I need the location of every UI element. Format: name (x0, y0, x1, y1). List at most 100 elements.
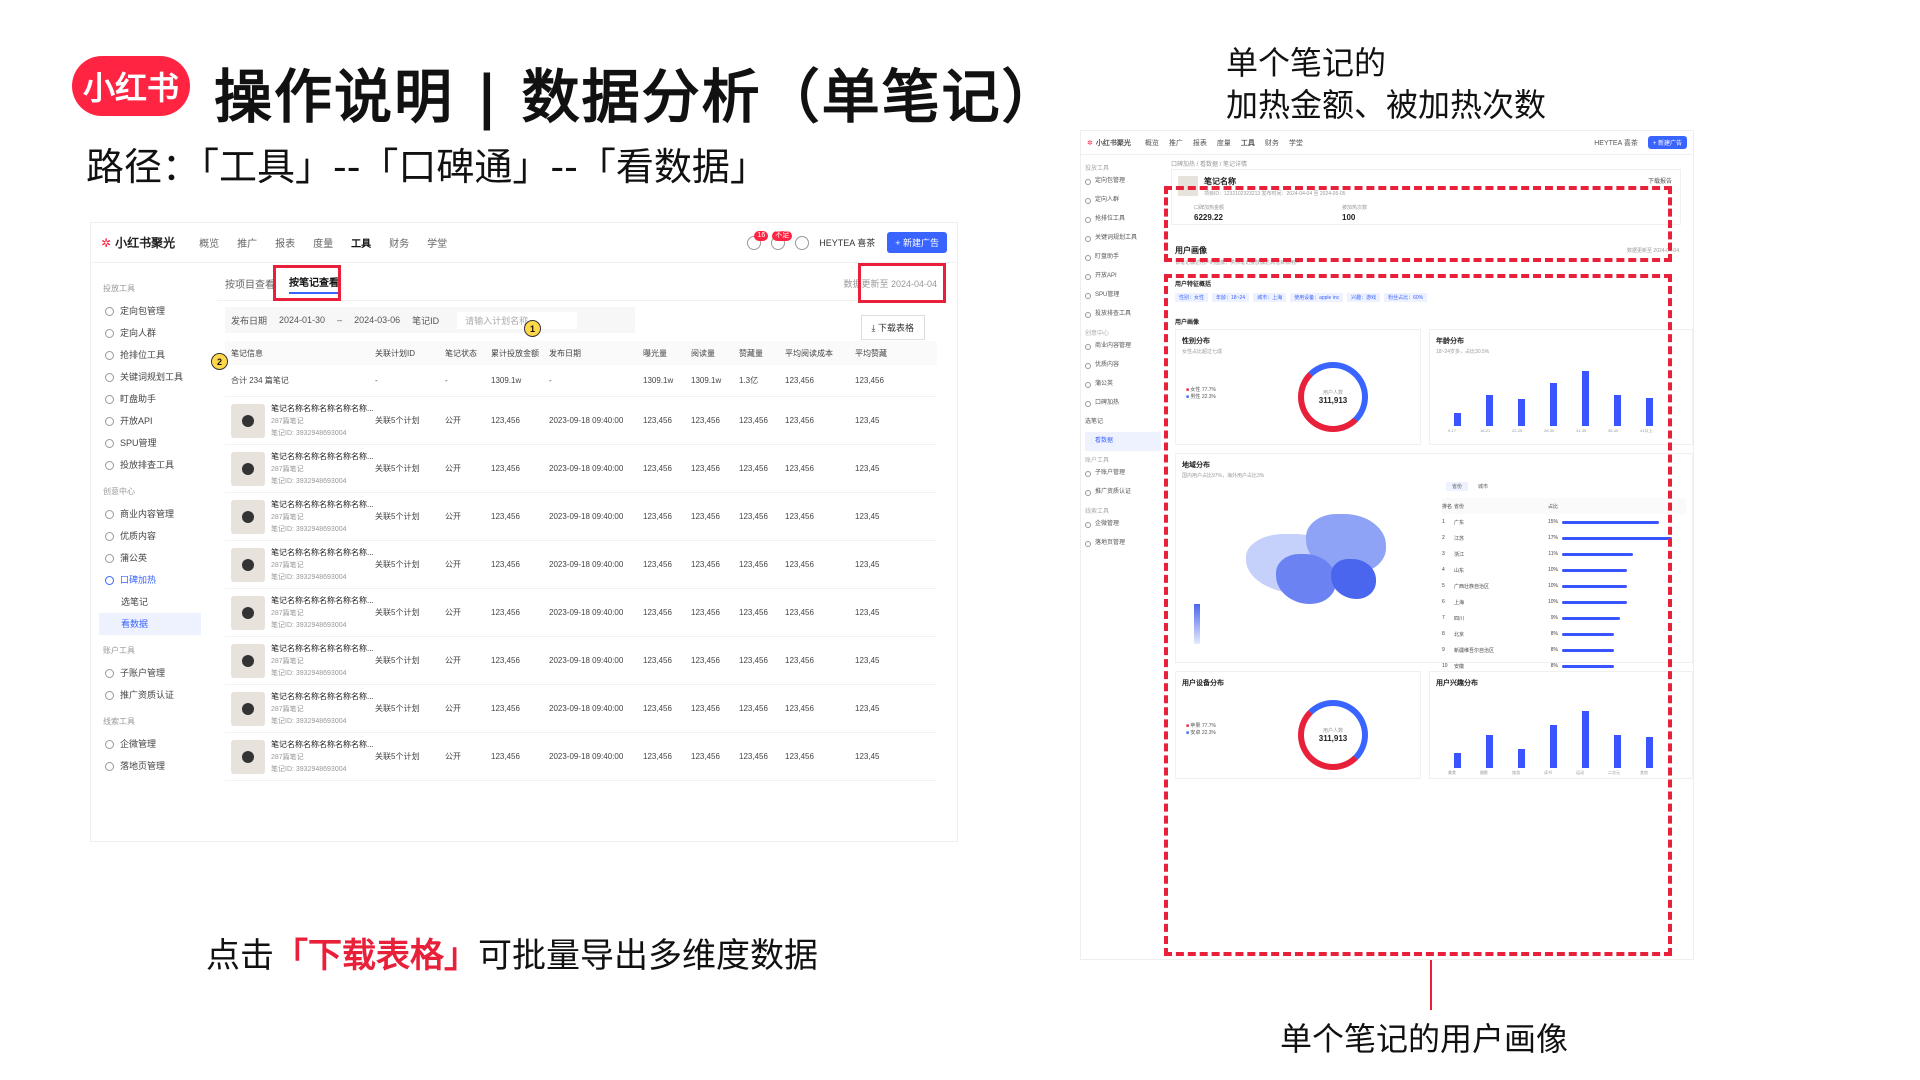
bell-icon[interactable]: 16 (747, 230, 769, 250)
sidebar-item[interactable]: 关键词规划工具 (99, 366, 201, 388)
sidebar-item[interactable]: 优质内容 (99, 525, 201, 547)
sidebar-item[interactable]: 企微管理 (99, 733, 201, 755)
plan-link[interactable]: 关联5个计划 (375, 511, 445, 522)
nav-academy[interactable]: 学堂 (427, 235, 447, 250)
sidebar-item[interactable]: 开放API (1085, 267, 1161, 286)
sidebar-item[interactable]: 商业内容管理 (99, 503, 201, 525)
nav-academy[interactable]: 学堂 (1289, 138, 1303, 148)
nav-promote[interactable]: 推广 (237, 235, 257, 250)
sidebar-item[interactable]: 抢排位工具 (99, 344, 201, 366)
sidebar-item[interactable]: 定向人群 (99, 322, 201, 344)
sidebar-item[interactable]: 开放API (99, 410, 201, 432)
note-title[interactable]: 笔记名称名称名称名称名称... (271, 691, 374, 702)
nav-measure[interactable]: 度量 (1217, 138, 1231, 148)
sidebar-item[interactable]: 抢排位工具 (1085, 210, 1161, 229)
date-to[interactable]: 2024-03-06 (354, 315, 400, 325)
sidebar-item-label: 投放排查工具 (1095, 311, 1132, 317)
sidebar-item[interactable]: 推广资质认证 (1085, 483, 1161, 502)
message-icon[interactable]: 不足 (771, 230, 793, 250)
nav-reports[interactable]: 报表 (1193, 138, 1207, 148)
sidebar-item[interactable]: 子账户管理 (1085, 464, 1161, 483)
download-table-button[interactable]: ⤓ 下载表格 (860, 315, 925, 340)
account-switcher[interactable]: HEYTEA 喜茶 (1594, 138, 1638, 148)
table-row[interactable]: 笔记名称名称名称名称名称... 287篇笔记 笔记ID: 3932948693004… (225, 733, 937, 781)
nav-overview[interactable]: 概览 (199, 235, 219, 250)
column-header[interactable]: 曝光量 (643, 348, 691, 359)
column-header[interactable]: 阅读量 (691, 348, 739, 359)
download-report-button[interactable]: 下载报告 (1648, 176, 1672, 185)
sidebar-item[interactable]: 投放排查工具 (1085, 305, 1161, 324)
note-title[interactable]: 笔记名称名称名称名称名称... (271, 547, 374, 558)
sidebar-item[interactable]: 子账户管理 (99, 662, 201, 684)
nav-promote[interactable]: 推广 (1169, 138, 1183, 148)
table-row[interactable]: 笔记名称名称名称名称名称... 287篇笔记 笔记ID: 3932948693004… (225, 685, 937, 733)
sidebar-item[interactable]: 盯盘助手 (1085, 248, 1161, 267)
note-title[interactable]: 笔记名称名称名称名称名称... (271, 595, 374, 606)
table-row[interactable]: 笔记名称名称名称名称名称... 287篇笔记 笔记ID: 3932948693004… (225, 541, 937, 589)
plan-link[interactable]: 关联5个计划 (375, 703, 445, 714)
like-cell: 123,456 (739, 416, 768, 425)
note-text: 笔记名称名称名称名称名称... 287篇笔记 笔记ID: 3932948693004 (271, 595, 374, 630)
note-title[interactable]: 笔记名称名称名称名称名称... (271, 499, 374, 510)
sidebar-item[interactable]: 推广资质认证 (99, 684, 201, 706)
nav-tools[interactable]: 工具 (351, 235, 371, 250)
table-row[interactable]: 笔记名称名称名称名称名称... 287篇笔记 笔记ID: 3932948693004… (225, 397, 937, 445)
sidebar-item[interactable]: 定向包管理 (1085, 172, 1161, 191)
note-title[interactable]: 笔记名称名称名称名称名称... (271, 451, 374, 462)
plan-link[interactable]: 关联5个计划 (375, 607, 445, 618)
sidebar-item[interactable]: 企微管理 (1085, 515, 1161, 534)
sidebar-item[interactable]: 盯盘助手 (99, 388, 201, 410)
new-ad-button[interactable]: + 新建广告 (1647, 136, 1687, 149)
menu-item-icon (105, 761, 114, 771)
tab-by-project[interactable]: 按项目查看 (225, 276, 275, 291)
sidebar-sub-select-notes[interactable]: 选笔记 (1085, 413, 1161, 432)
plan-link[interactable]: 关联5个计划 (375, 559, 445, 570)
nav-overview[interactable]: 概览 (1145, 138, 1159, 148)
date-from[interactable]: 2024-01-30 (279, 315, 325, 325)
plan-link[interactable]: 关联5个计划 (375, 751, 445, 762)
sidebar-item[interactable]: 商业内容管理 (1085, 337, 1161, 356)
sidebar-sub-view-data[interactable]: 看数据 (99, 613, 201, 635)
note-title[interactable]: 笔记名称名称名称名称名称... (271, 739, 374, 750)
sidebar-sub-select-notes[interactable]: 选笔记 (99, 591, 201, 613)
sidebar-item[interactable]: 口碑加热 (1085, 394, 1161, 413)
search-input[interactable]: 请输入计划名称 (457, 311, 578, 329)
sidebar-item[interactable]: 关键词规划工具 (1085, 229, 1161, 248)
account-switcher[interactable]: HEYTEA 喜茶 (819, 236, 875, 249)
plan-link[interactable]: 关联5个计划 (375, 655, 445, 666)
sidebar-item[interactable]: 蒲公英 (99, 547, 201, 569)
sidebar-item[interactable]: 口碑加热 (99, 569, 201, 591)
table-row[interactable]: 笔记名称名称名称名称名称... 287篇笔记 笔记ID: 3932948693004… (225, 589, 937, 637)
nav-finance[interactable]: 财务 (1265, 138, 1279, 148)
sidebar-sub-view-data[interactable]: 看数据 (1085, 432, 1161, 451)
column-header[interactable]: 赞藏量 (739, 348, 785, 359)
table-row[interactable]: 笔记名称名称名称名称名称... 287篇笔记 笔记ID: 3932948693004… (225, 637, 937, 685)
column-header[interactable]: 平均阅读成本 (785, 348, 855, 359)
sidebar-item[interactable]: SPU管理 (1085, 286, 1161, 305)
nav-reports[interactable]: 报表 (275, 235, 295, 250)
column-header[interactable]: 平均赞藏 (855, 348, 895, 359)
nav-tools[interactable]: 工具 (1241, 138, 1255, 148)
note-id-select[interactable]: 笔记ID (412, 314, 439, 327)
amount-cell: 123,456 (491, 656, 520, 665)
note-title[interactable]: 笔记名称名称名称名称名称... (271, 643, 374, 654)
new-ad-button[interactable]: + 新建广告 (887, 232, 947, 253)
sidebar-item[interactable]: 落地页管理 (1085, 534, 1161, 553)
help-icon[interactable] (795, 235, 810, 250)
sidebar-item[interactable]: 蒲公英 (1085, 375, 1161, 394)
sidebar-item[interactable]: 优质内容 (1085, 356, 1161, 375)
sidebar-item[interactable]: 投放排查工具 (99, 454, 201, 476)
column-header[interactable]: 发布日期 (549, 348, 643, 359)
sidebar-item[interactable]: 定向包管理 (99, 300, 201, 322)
read-cell: 123,456 (691, 656, 720, 665)
table-row[interactable]: 笔记名称名称名称名称名称... 287篇笔记 笔记ID: 3932948693004… (225, 493, 937, 541)
sidebar-item[interactable]: SPU管理 (99, 432, 201, 454)
nav-finance[interactable]: 财务 (389, 235, 409, 250)
sidebar-item[interactable]: 定向人群 (1085, 191, 1161, 210)
sidebar-item[interactable]: 落地页管理 (99, 755, 201, 777)
plan-link[interactable]: 关联5个计划 (375, 463, 445, 474)
note-title[interactable]: 笔记名称名称名称名称名称... (271, 403, 374, 414)
table-row[interactable]: 笔记名称名称名称名称名称... 287篇笔记 笔记ID: 3932948693004… (225, 445, 937, 493)
plan-link[interactable]: 关联5个计划 (375, 415, 445, 426)
nav-measure[interactable]: 度量 (313, 235, 333, 250)
